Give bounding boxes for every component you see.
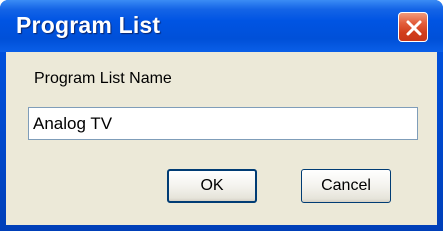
close-button[interactable] [398,12,428,42]
window-title: Program List [16,12,161,38]
program-list-name-input[interactable] [28,107,418,140]
program-list-name-label: Program List Name [34,70,172,87]
cancel-button[interactable]: Cancel [301,169,391,203]
dialog-window: Program List Program List Name OK Cancel [0,0,443,231]
ok-button[interactable]: OK [167,169,257,203]
title-bar[interactable]: Program List [0,0,443,52]
close-icon [406,20,422,36]
dialog-body: Program List Name OK Cancel [6,52,437,225]
